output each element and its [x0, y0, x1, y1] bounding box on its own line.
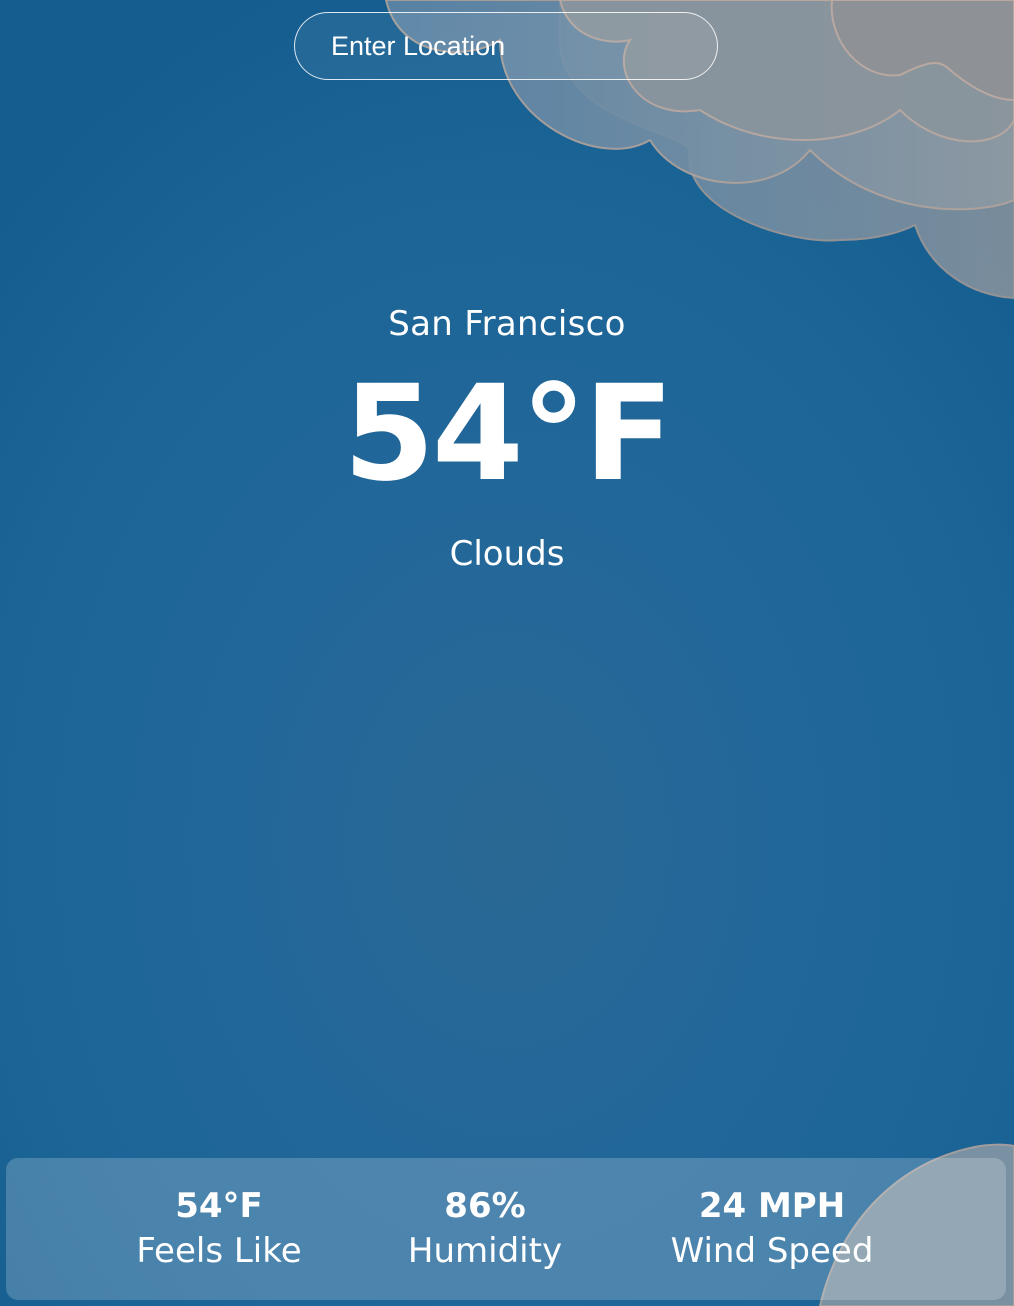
wind-speed-stat: 24 MPH Wind Speed [642, 1184, 902, 1274]
humidity-stat: 86% Humidity [355, 1184, 615, 1274]
humidity-label: Humidity [407, 1231, 563, 1271]
feels-like-stat: 54°F Feels Like [89, 1184, 349, 1274]
weather-description: Clouds [449, 534, 565, 574]
current-temperature: 54°F [343, 357, 674, 511]
wind-speed-label: Wind Speed [670, 1231, 874, 1271]
wind-speed-value: 24 MPH [698, 1186, 846, 1226]
city-name: San Francisco [388, 304, 626, 344]
humidity-value: 86% [444, 1186, 526, 1226]
feels-like-value: 54°F [175, 1186, 263, 1226]
location-search-input[interactable] [294, 12, 718, 80]
current-weather: San Francisco 54°F Clouds [0, 296, 1014, 582]
feels-like-label: Feels Like [136, 1231, 302, 1271]
weather-details-panel: 54°F Feels Like 86% Humidity 24 MPH Wind… [6, 1158, 1006, 1300]
